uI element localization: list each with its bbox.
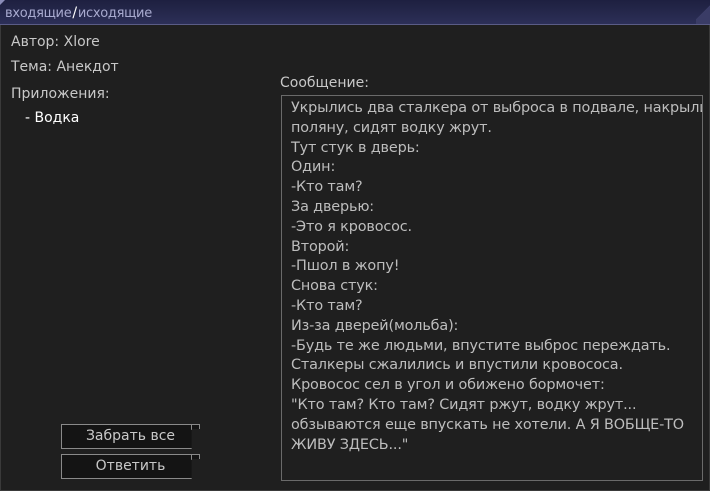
message-line: Второй: — [291, 238, 350, 255]
message-line: обзываются еще впускать не хотели. А Я В… — [291, 416, 684, 433]
message-line: "Кто там? Кто там? Сидят ржут, водку жру… — [291, 396, 637, 413]
message-line: Укрылись два сталкера от выброса в подва… — [291, 100, 703, 116]
message-line: Один: — [291, 159, 336, 176]
message-label: Сообщение: — [280, 75, 369, 91]
pda-mail-window: входящие/исходящие Автор: Xlore Тема: Ан… — [0, 0, 710, 491]
tabs: входящие/исходящие — [5, 5, 152, 21]
message-line: -Кто там? — [291, 297, 363, 314]
message-line: Из-за дверей(мольба): — [291, 317, 459, 334]
message-line: -Будь те же людьми, впустите выброс пере… — [291, 337, 671, 354]
author-line: Автор: Xlore — [11, 34, 100, 50]
message-line: Кровосос сел в угол и обижено бормочет: — [291, 377, 605, 394]
message-line: -Это я кровосос. — [291, 218, 412, 235]
attachments-label: Приложения: — [11, 86, 110, 102]
message-body[interactable]: Укрылись два сталкера от выброса в подва… — [281, 95, 703, 481]
message-line: Снова стук: — [291, 278, 378, 295]
message-line: Сталкеры сжалились и впустили кровососа. — [291, 357, 623, 374]
reply-button[interactable]: Ответить — [61, 454, 200, 479]
message-line: ЖИВУ ЗДЕСЬ..." — [291, 436, 409, 453]
tab-inbox[interactable]: входящие — [5, 6, 72, 21]
message-line: -Пшол в жопу! — [291, 258, 400, 275]
message-line: За дверью: — [291, 198, 374, 215]
message-line: Тут стук в дверь: — [291, 139, 420, 156]
subject-line: Тема: Анекдот — [11, 59, 119, 75]
message-line: поляну, сидят водку жрут. — [291, 119, 492, 136]
tab-bar: входящие/исходящие — [0, 0, 710, 25]
tabbar-corner — [696, 0, 710, 24]
message-line: -Кто там? — [291, 179, 363, 196]
tab-outbox[interactable]: исходящие — [78, 6, 152, 21]
take-all-button[interactable]: Забрать все — [61, 424, 200, 449]
attachment-item[interactable]: - Водка — [25, 110, 79, 126]
